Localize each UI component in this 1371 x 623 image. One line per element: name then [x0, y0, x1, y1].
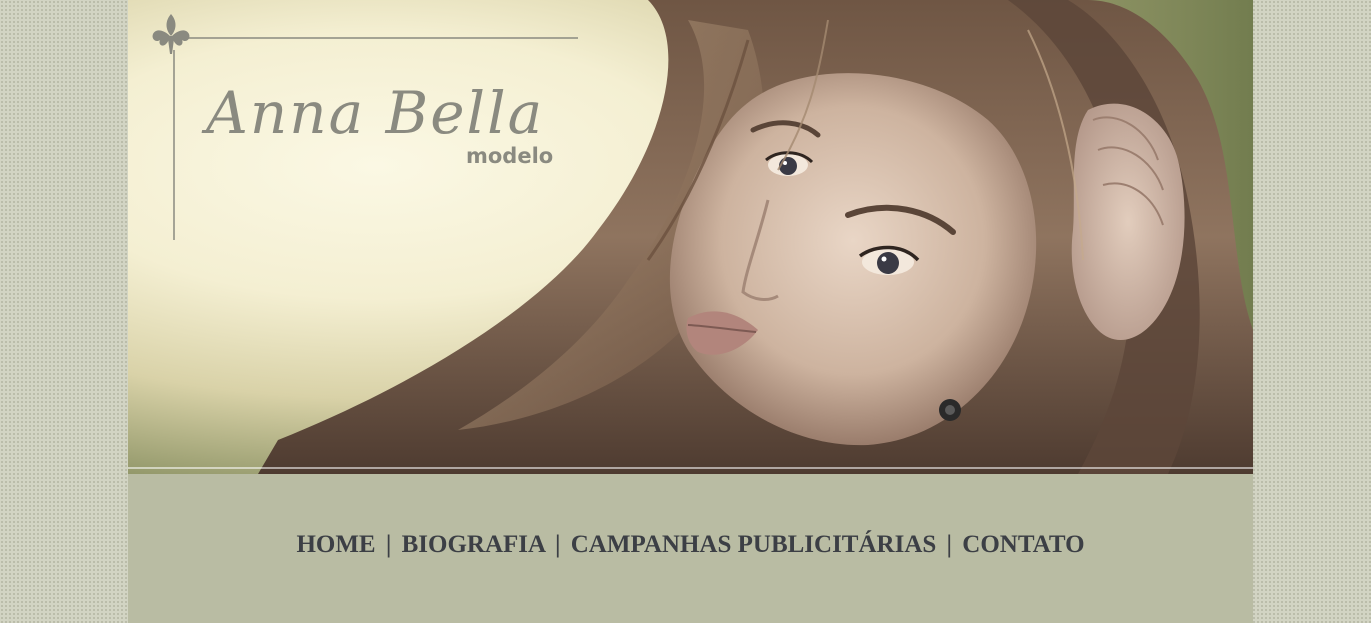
logo[interactable]: Anna Bella modelo [206, 78, 586, 178]
nav-contato-link[interactable]: CONTATO [962, 531, 1084, 558]
navigation-band: HOME | BIOGRAFIA | CAMPANHAS PUBLICITÁRI… [128, 474, 1253, 623]
hero-photo [128, 0, 1253, 474]
nav-campanhas-link[interactable]: CAMPANHAS PUBLICITÁRIAS [571, 531, 937, 558]
nav-separator: | [554, 531, 561, 558]
nav-separator: | [946, 531, 953, 558]
logo-tagline: modelo [466, 144, 554, 168]
nav-biografia-link[interactable]: BIOGRAFIA [402, 531, 545, 558]
main-navigation: HOME | BIOGRAFIA | CAMPANHAS PUBLICITÁRI… [128, 531, 1253, 559]
hero-banner: Anna Bella modelo [128, 0, 1253, 474]
logo-brand-name: Anna Bella [206, 79, 545, 147]
page-container: Anna Bella modelo HOME | BIOGRAFIA | CAM… [128, 0, 1253, 623]
fleur-de-lis-icon [152, 14, 190, 54]
nav-home-link[interactable]: HOME [296, 531, 375, 558]
nav-separator: | [385, 531, 392, 558]
hero-divider [128, 467, 1253, 469]
